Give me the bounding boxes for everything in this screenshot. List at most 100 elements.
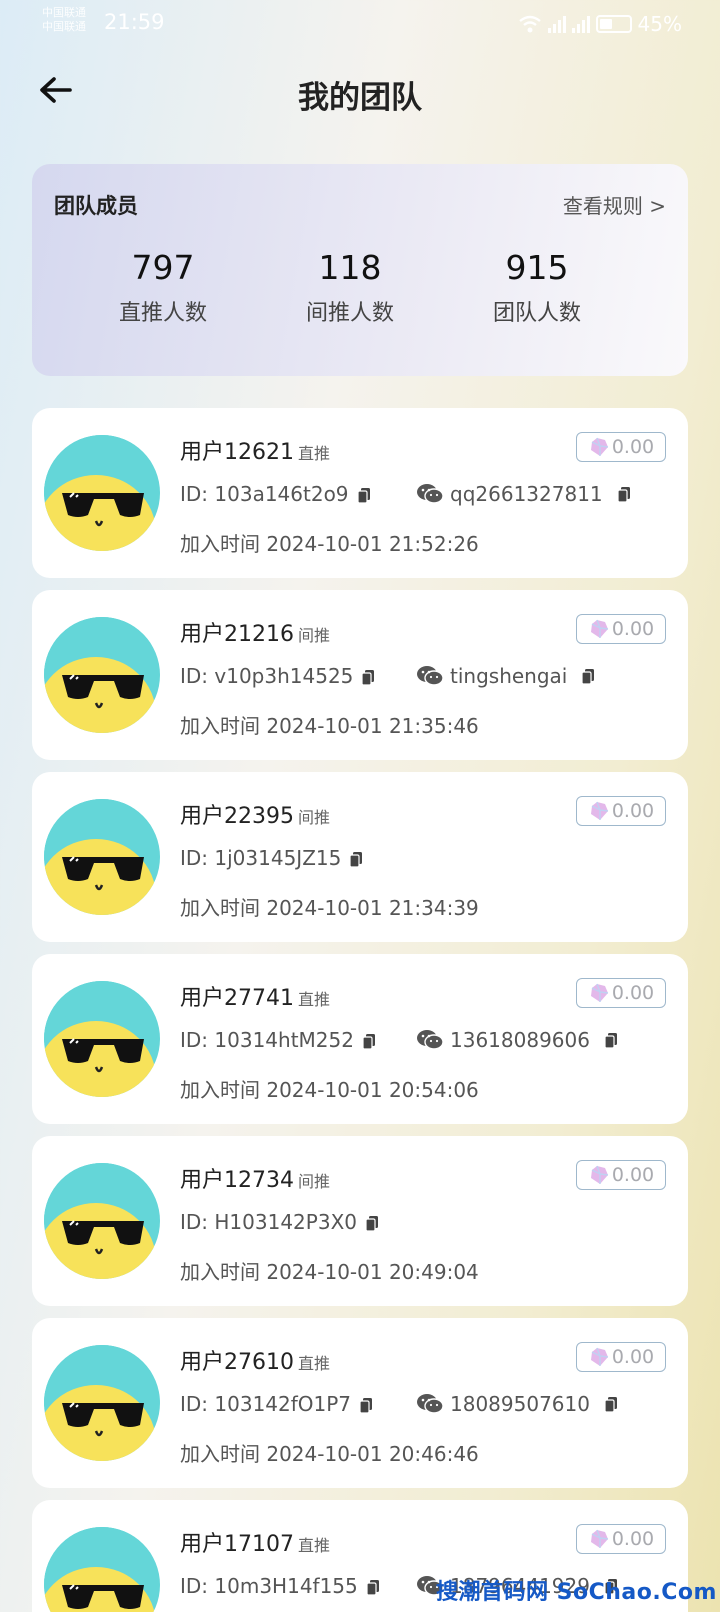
copy-icon[interactable] <box>366 1579 380 1596</box>
carrier-2: 中国联通 <box>42 20 86 33</box>
copy-icon[interactable] <box>581 668 595 685</box>
member-id: ID: 103142fO1P7 <box>180 1392 352 1416</box>
join-time: 加入时间 2024-10-01 21:52:26 <box>180 532 479 556</box>
balance-badge[interactable]: 0.00 <box>576 796 666 826</box>
avatar <box>44 1527 160 1612</box>
join-time: 加入时间 2024-10-01 20:54:06 <box>180 1078 479 1102</box>
balance-value: 0.00 <box>611 1164 655 1186</box>
gem-icon <box>590 619 608 638</box>
avatar <box>44 799 160 915</box>
gem-icon <box>590 1165 608 1184</box>
member-wechat: qq2661327811 <box>450 482 603 506</box>
balance-badge[interactable]: 0.00 <box>576 1524 666 1554</box>
member-card[interactable]: 用户27741 直推 0.00 ID: 10314htM252 136180896… <box>32 954 688 1124</box>
wifi-icon <box>518 15 541 33</box>
member-tag: 间推 <box>298 1172 331 1191</box>
signal-icon <box>547 15 566 33</box>
stat-label: 间推人数 <box>305 301 394 326</box>
stat-indirect: 118 间推人数 <box>260 248 440 327</box>
page-title: 我的团队 <box>298 80 422 116</box>
battery-percent: 45% <box>637 12 682 36</box>
join-time: 加入时间 2024-10-01 20:49:04 <box>180 1260 479 1284</box>
team-members-label: 团队成员 <box>54 194 138 218</box>
member-tag: 间推 <box>298 808 331 827</box>
wechat-block: tingshengai <box>416 664 595 688</box>
member-name: 用户27741 <box>180 986 294 1011</box>
member-wechat: tingshengai <box>450 664 568 688</box>
member-name: 用户12734 <box>180 1168 294 1193</box>
member-card[interactable]: 用户22395 间推 0.00 ID: 1j03145JZ15 加入时间 2024… <box>32 772 688 942</box>
member-tag: 间推 <box>298 626 331 645</box>
member-id: ID: H103142P3X0 <box>180 1210 357 1234</box>
member-card[interactable]: 用户12621 直推 0.00 ID: 103a146t2o9 qq2661327… <box>32 408 688 578</box>
stat-value: 118 <box>318 248 382 287</box>
signal-icon-2 <box>571 15 590 33</box>
gem-icon <box>590 1529 608 1548</box>
stat-label: 直推人数 <box>118 301 207 326</box>
member-name: 用户12621 <box>180 440 294 465</box>
copy-icon[interactable] <box>604 1032 618 1049</box>
page-header: 我的团队 <box>0 62 720 122</box>
gem-icon <box>590 801 608 820</box>
stat-value: 797 <box>131 248 195 287</box>
copy-icon[interactable] <box>365 1215 379 1232</box>
balance-value: 0.00 <box>611 800 655 822</box>
wechat-icon <box>417 666 444 686</box>
avatar <box>44 1345 160 1461</box>
copy-icon[interactable] <box>359 1397 373 1414</box>
stat-label: 团队人数 <box>492 301 581 326</box>
member-card[interactable]: 用户12734 间推 0.00 ID: H103142P3X0 加入时间 2024… <box>32 1136 688 1306</box>
member-id: ID: 10314htM252 <box>180 1028 354 1052</box>
status-bar: 中国联通 中国联通 21:59 45% <box>0 0 720 50</box>
status-icons: 45% <box>518 12 682 36</box>
copy-icon[interactable] <box>362 1033 376 1050</box>
gem-icon <box>590 1347 608 1366</box>
view-rules-link[interactable]: 查看规则 > <box>563 190 666 219</box>
battery-icon <box>595 15 632 33</box>
watermark: 搜潮首码网 SoChao.Com <box>436 1580 717 1605</box>
member-list: 用户12621 直推 0.00 ID: 103a146t2o9 qq2661327… <box>32 408 688 1612</box>
balance-value: 0.00 <box>611 436 655 458</box>
avatar <box>44 981 160 1097</box>
avatar <box>44 435 160 551</box>
member-tag: 直推 <box>298 444 331 463</box>
carrier-labels: 中国联通 中国联通 <box>42 6 86 34</box>
avatar <box>44 1163 160 1279</box>
balance-badge[interactable]: 0.00 <box>576 432 666 462</box>
balance-badge[interactable]: 0.00 <box>576 978 666 1008</box>
member-tag: 直推 <box>298 1354 331 1373</box>
member-id: ID: 1j03145JZ15 <box>180 846 342 870</box>
stat-direct: 797 直推人数 <box>73 248 253 327</box>
member-id: ID: 10m3H14f155 <box>180 1574 358 1598</box>
member-name: 用户27610 <box>180 1350 294 1375</box>
member-name: 用户17107 <box>180 1532 294 1557</box>
member-card[interactable]: 用户27610 直推 0.00 ID: 103142fO1P7 180895076… <box>32 1318 688 1488</box>
copy-icon[interactable] <box>361 669 375 686</box>
join-time: 加入时间 2024-10-01 20:46:46 <box>180 1442 479 1466</box>
member-wechat: 13618089606 <box>450 1028 590 1052</box>
member-tag: 直推 <box>298 1536 331 1555</box>
member-tag: 直推 <box>298 990 331 1009</box>
status-time: 21:59 <box>104 10 165 34</box>
copy-icon[interactable] <box>617 486 631 503</box>
member-id: ID: 103a146t2o9 <box>180 482 349 506</box>
member-name: 用户21216 <box>180 622 294 647</box>
wechat-icon <box>417 484 444 504</box>
wechat-icon <box>417 1394 444 1414</box>
gem-icon <box>590 437 608 456</box>
wechat-block: qq2661327811 <box>416 482 631 506</box>
gem-icon <box>590 983 608 1002</box>
join-time: 加入时间 2024-10-01 21:34:39 <box>180 896 479 920</box>
balance-value: 0.00 <box>611 1528 655 1550</box>
copy-icon[interactable] <box>604 1396 618 1413</box>
member-card[interactable]: 用户21216 间推 0.00 ID: v10p3h14525 tingsheng… <box>32 590 688 760</box>
copy-icon[interactable] <box>356 487 371 504</box>
balance-value: 0.00 <box>611 1346 655 1368</box>
member-wechat: 18089507610 <box>450 1392 590 1416</box>
balance-badge[interactable]: 0.00 <box>576 1342 666 1372</box>
balance-badge[interactable]: 0.00 <box>576 1160 666 1190</box>
balance-badge[interactable]: 0.00 <box>576 614 666 644</box>
member-id: ID: v10p3h14525 <box>180 664 354 688</box>
wechat-icon <box>417 1030 444 1050</box>
copy-icon[interactable] <box>349 851 363 868</box>
